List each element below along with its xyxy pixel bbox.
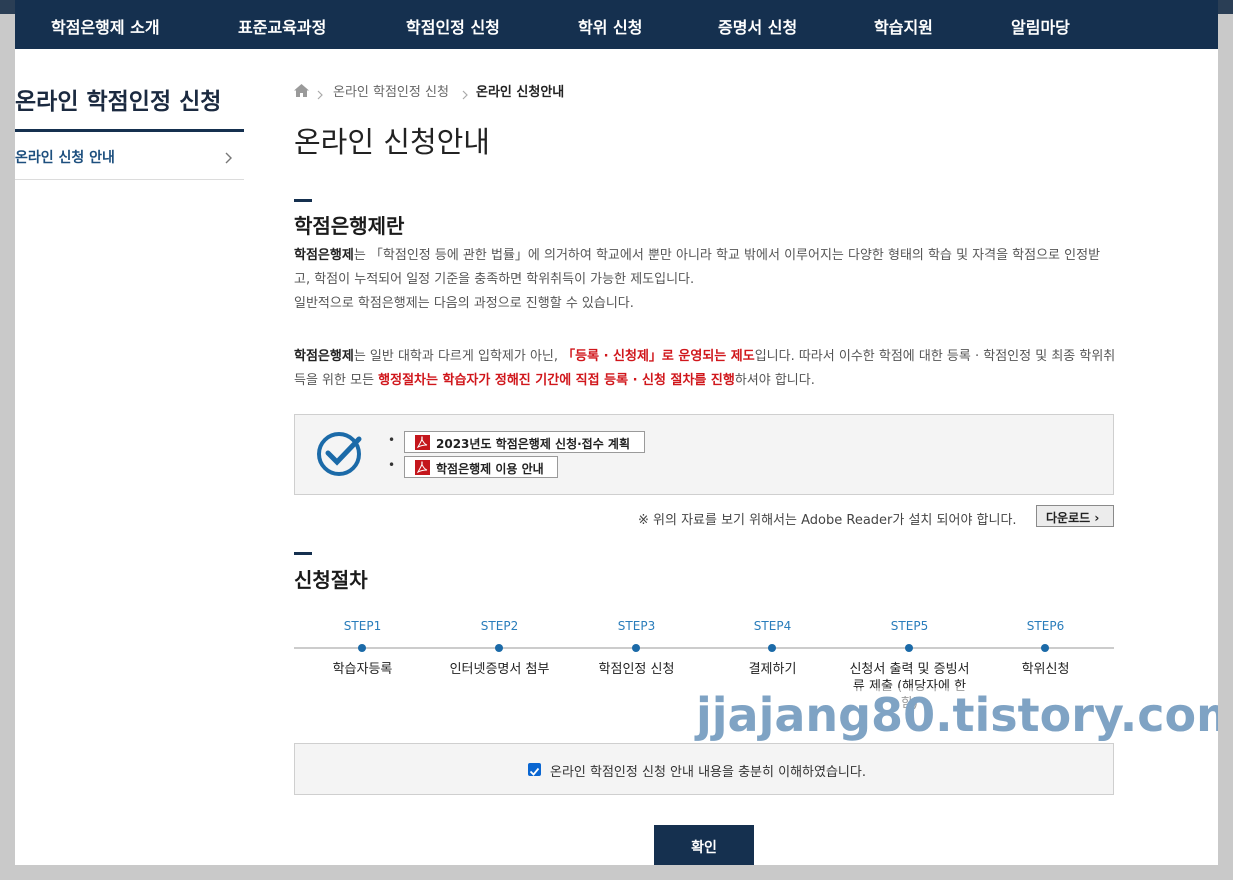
step-number: STEP2 bbox=[480, 619, 519, 633]
breadcrumb-current: 온라인 신청안내 bbox=[476, 85, 565, 100]
step-number: STEP5 bbox=[890, 619, 929, 633]
step-item: STEP1 학습자등록 bbox=[294, 619, 431, 719]
bullet: • bbox=[388, 433, 396, 447]
term-bold: 학점은행제 bbox=[294, 248, 354, 263]
lnb-item-label: 온라인 신청 안내 bbox=[15, 150, 115, 166]
pdf-link-guide[interactable]: 학점은행제 이용 안내 bbox=[404, 456, 558, 478]
page-title: 온라인 신청안내 bbox=[294, 125, 490, 159]
step-number: STEP3 bbox=[617, 619, 656, 633]
step-dot bbox=[768, 644, 776, 652]
text-segment: 는 일반 대학과 다르게 입학제가 아닌, bbox=[353, 349, 563, 364]
registration-paragraph: 학점은행제는 일반 대학과 다르게 입학제가 아닌, 「등록 · 신청제」로 운… bbox=[294, 345, 1116, 393]
chevron-right-icon bbox=[462, 85, 468, 104]
watermark-text: jjajang80.tistory.com bbox=[696, 688, 1218, 742]
bullet: • bbox=[388, 458, 396, 472]
step-item: STEP2 인터넷증명서 첨부 bbox=[431, 619, 568, 719]
global-nav: 학점은행제 소개 표준교육과정 학점인정 신청 학위 신청 증명서 신청 학습지… bbox=[15, 0, 1218, 49]
step-label: 학위신청 bbox=[1021, 662, 1070, 677]
pdf-link-label: 학점은행제 이용 안내 bbox=[436, 462, 544, 476]
agree-box: 온라인 학점인정 신청 안내 내용을 충분히 이해하였습니다. bbox=[294, 743, 1114, 795]
intro-text: 는 「학점인정 등에 관한 법률」에 의거하여 학교에서 뿐만 아니라 학교 밖… bbox=[294, 248, 1101, 287]
text-segment: 하셔야 합니다. bbox=[734, 373, 815, 388]
step-number: STEP1 bbox=[343, 619, 382, 633]
breadcrumb-item[interactable]: 온라인 학점인정 신청 bbox=[333, 81, 449, 100]
home-icon[interactable] bbox=[294, 82, 309, 101]
process-sentence: 일반적으로 학점은행제는 다음의 과정으로 진행할 수 있습니다. bbox=[294, 296, 634, 311]
term-bold: 학점은행제 bbox=[294, 349, 354, 364]
step-dot bbox=[905, 644, 913, 652]
step-label: 결제하기 bbox=[748, 662, 797, 677]
step-item: STEP3 학점인정 신청 bbox=[568, 619, 705, 719]
agree-label[interactable]: 온라인 학점인정 신청 안내 내용을 충분히 이해하였습니다. bbox=[550, 761, 866, 780]
chevron-right-icon bbox=[317, 85, 323, 104]
lnb-item-online-guide[interactable]: 온라인 신청 안내 bbox=[15, 132, 244, 180]
gnb-item-learning-support[interactable]: 학습지원 bbox=[874, 14, 933, 38]
gnb-item-intro[interactable]: 학점은행제 소개 bbox=[51, 14, 160, 38]
agree-checkbox[interactable] bbox=[528, 763, 541, 776]
confirm-button[interactable]: 확인 bbox=[654, 825, 754, 865]
pdf-icon bbox=[415, 435, 430, 454]
gnb-item-certificate-apply[interactable]: 증명서 신청 bbox=[718, 14, 797, 38]
section-title: 학점은행제란 bbox=[294, 214, 405, 238]
step-label: 학점인정 신청 bbox=[598, 662, 675, 677]
section-title: 신청절차 bbox=[294, 568, 368, 592]
checkmark-icon bbox=[529, 767, 540, 776]
confirm-button-label: 확인 bbox=[691, 840, 717, 856]
step-number: STEP6 bbox=[1026, 619, 1065, 633]
page-content: 온라인 학점인정 신청 온라인 신청 안내 온라인 학점인정 신청 온라인 신청… bbox=[15, 49, 1218, 865]
lnb-title: 온라인 학점인정 신청 bbox=[15, 89, 222, 115]
section-accent-bar bbox=[294, 199, 312, 202]
gnb-item-curriculum[interactable]: 표준교육과정 bbox=[238, 14, 326, 38]
highlight-red: 「등록 · 신청제」로 운영되는 제도 bbox=[562, 349, 755, 364]
step-dot bbox=[495, 644, 503, 652]
gnb-item-degree-apply[interactable]: 학위 신청 bbox=[578, 14, 642, 38]
check-circle-icon bbox=[315, 429, 365, 483]
section-accent-bar bbox=[294, 552, 312, 555]
intro-paragraph: 학점은행제는 「학점인정 등에 관한 법률」에 의거하여 학교에서 뿐만 아니라… bbox=[294, 244, 1116, 292]
chevron-right-icon bbox=[225, 149, 233, 168]
highlight-red: 행정절차는 학습자가 정해진 기간에 직접 등록 · 신청 절차를 진행 bbox=[378, 373, 735, 388]
step-dot bbox=[358, 644, 366, 652]
step-number: STEP4 bbox=[753, 619, 792, 633]
step-dot bbox=[1041, 644, 1049, 652]
step-dot bbox=[632, 644, 640, 652]
gnb-item-notice[interactable]: 알림마당 bbox=[1011, 14, 1070, 38]
pdf-link-label: 2023년도 학점은행제 신청·접수 계획 bbox=[436, 437, 631, 451]
download-box: • 2023년도 학점은행제 신청·접수 계획 • 학점은행제 이용 안내 bbox=[294, 414, 1114, 495]
step-label: 인터넷증명서 첨부 bbox=[449, 662, 550, 677]
download-button[interactable]: 다운로드 › bbox=[1036, 505, 1114, 527]
chevron-right-icon: › bbox=[1094, 511, 1100, 525]
adobe-notice: ※ 위의 자료를 보기 위해서는 Adobe Reader가 설치 되어야 합니… bbox=[638, 513, 1017, 528]
download-button-label: 다운로드 › bbox=[1046, 511, 1100, 525]
step-label: 학습자등록 bbox=[332, 662, 393, 677]
pdf-icon bbox=[415, 460, 430, 479]
gnb-item-credit-apply[interactable]: 학점인정 신청 bbox=[406, 14, 500, 38]
pdf-link-plan[interactable]: 2023년도 학점은행제 신청·접수 계획 bbox=[404, 431, 645, 453]
